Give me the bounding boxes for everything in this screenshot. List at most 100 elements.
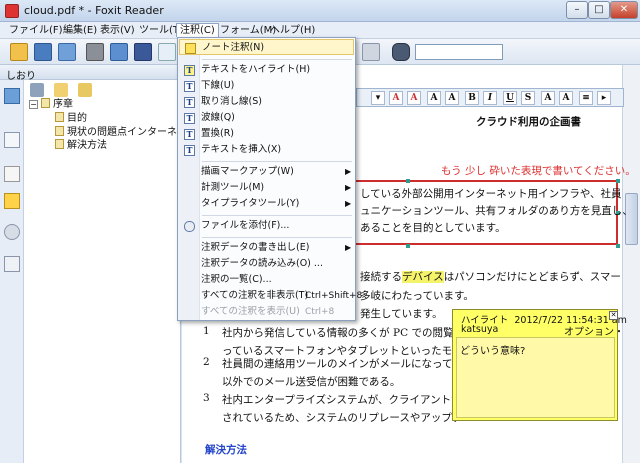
text-size-down-icon[interactable]: A (445, 91, 459, 105)
bold-icon[interactable]: B (465, 91, 479, 105)
close-button[interactable]: ✕ (610, 1, 638, 19)
maximize-button[interactable]: □ (588, 1, 610, 19)
superscript-icon[interactable]: A (541, 91, 555, 105)
save-as-icon[interactable] (58, 43, 76, 61)
menu-item-label: 計測ツール(M) (201, 182, 265, 193)
resize-handle[interactable] (616, 179, 620, 183)
bookmark-item[interactable]: 解決方法 (55, 139, 107, 152)
doc-line: 多岐にわたっています。 (360, 290, 474, 302)
scroll-thumb[interactable] (625, 193, 638, 245)
doc-line: ュニケーションツール、共有フォルダのあり方を見直し、 (360, 205, 633, 217)
layers-icon[interactable] (4, 166, 20, 182)
resize-handle[interactable] (406, 179, 410, 183)
more-format-icon[interactable]: ▸ (597, 91, 611, 105)
binoculars-icon[interactable] (392, 43, 410, 61)
search-input[interactable] (415, 44, 503, 60)
attachments-icon[interactable] (4, 224, 20, 240)
menu-item-export-comments[interactable]: 注釈データの書き出し(E) ▶ (179, 240, 354, 256)
strikethrough-format-icon[interactable]: S (521, 91, 535, 105)
submenu-arrow-icon: ▶ (345, 167, 352, 176)
facebook-icon[interactable] (134, 43, 152, 61)
underline-icon: T (184, 81, 195, 92)
submenu-arrow-icon: ▶ (345, 199, 352, 208)
insert-text-icon: T (184, 145, 195, 156)
popup-comment-field[interactable]: どういう意味? (456, 337, 615, 418)
menu-item-drawing-markup[interactable]: 描画マークアップ(W) ▶ (179, 164, 354, 180)
subscript-icon[interactable]: A (559, 91, 573, 105)
highlight-icon: T (184, 65, 195, 76)
highlighted-text[interactable]: デバイス (402, 271, 444, 283)
menu-item-insert-text[interactable]: T テキストを挿入(X) (179, 142, 354, 158)
thumbnail-icon[interactable] (4, 132, 20, 148)
menu-file[interactable]: ファイル(F) (6, 24, 66, 38)
menu-help[interactable]: ヘルプ(H) (267, 24, 318, 38)
dropdown-arrow-icon[interactable]: ▾ (371, 91, 385, 105)
menu-item-squiggly[interactable]: T 波線(Q) (179, 110, 354, 126)
menu-view[interactable]: 表示(V) (97, 24, 138, 38)
menu-item-label: 波線(Q) (201, 112, 235, 123)
underline-format-icon[interactable]: U (503, 91, 517, 105)
tree-collapse-toggle[interactable]: − (29, 100, 38, 109)
bookmark-item[interactable]: 序章 (41, 98, 73, 111)
add-bookmark-icon[interactable] (54, 83, 68, 97)
menu-item-highlight[interactable]: T テキストをハイライト(H) (179, 62, 354, 78)
delete-bookmark-icon[interactable] (30, 83, 44, 97)
menu-item-attach-file[interactable]: ファイルを添付(F)... (179, 218, 354, 234)
bookmark-label: 目的 (67, 113, 87, 124)
align-left-icon[interactable]: ≡ (579, 91, 593, 105)
comments-dropdown-menu: ノート注釈(N) T テキストをハイライト(H) T 下線(U) T 取り消し線… (177, 37, 362, 321)
font-color-icon[interactable]: A (389, 91, 403, 105)
list-line: 社員間の連絡用ツールのメインがメールになってい (222, 358, 463, 370)
menu-item-underline[interactable]: T 下線(U) (179, 78, 354, 94)
foxit-app-icon (5, 4, 19, 18)
bookmark-item[interactable]: 目的 (55, 112, 87, 125)
minimize-button[interactable]: – (566, 1, 588, 19)
bookmark-item[interactable]: 現状の問題点インターネット (55, 126, 197, 139)
list-line: 社内から発信している情報の多くが PC での閲覧を (222, 327, 464, 339)
doc-text-span: はパソコンだけにとどまらず、スマー (443, 271, 621, 283)
menu-item-label: 置換(R) (201, 128, 235, 139)
popup-comment-text: どういう意味? (460, 346, 526, 357)
doc-line: 発生しています。 (360, 308, 443, 320)
attach-icon (184, 221, 195, 232)
signature-icon[interactable] (4, 256, 20, 272)
list-number: 1 (203, 325, 210, 337)
menu-comments[interactable]: 注釈(C) (176, 23, 219, 37)
menu-item-hide-all-comments[interactable]: すべての注釈を非表示(T) Ctrl+Shift+8 (179, 288, 362, 304)
add-child-bookmark-icon[interactable] (78, 83, 92, 97)
email-icon[interactable] (110, 43, 128, 61)
resize-handle[interactable] (406, 244, 410, 248)
text-format-toolbar: ▾ A A A A B I U S A A ≡ ▸ (356, 88, 624, 107)
save-icon[interactable] (34, 43, 52, 61)
menu-item-import-comments[interactable]: 注釈データの読み込み(O) ... (179, 256, 354, 272)
menu-item-note[interactable]: ノート注釈(N) (179, 39, 354, 55)
open-folder-icon[interactable] (10, 43, 28, 61)
strikeout-icon: T (184, 97, 195, 108)
pages-icon[interactable] (4, 88, 20, 104)
toolbar-more-icon[interactable] (158, 43, 176, 61)
menu-item-measure-tool[interactable]: 計測ツール(M) ▶ (179, 180, 354, 196)
list-line: 以外でのメール送受信が困難である。 (222, 376, 401, 388)
print-icon[interactable] (86, 43, 104, 61)
text-size-up-icon[interactable]: A (427, 91, 441, 105)
menu-edit[interactable]: 編集(E) (60, 24, 100, 38)
menu-item-comment-list[interactable]: 注釈の一覧(C)... (179, 272, 354, 288)
bookmarks-tab[interactable]: しおり (0, 65, 181, 82)
menu-item-strikeout[interactable]: T 取り消し線(S) (179, 94, 354, 110)
resize-handle[interactable] (616, 244, 620, 248)
italic-icon[interactable]: I (483, 91, 497, 105)
highlight-color-icon[interactable]: A (407, 91, 421, 105)
bookmark-icon (55, 126, 64, 136)
menu-item-label: 注釈データの読み込み(O) ... (201, 258, 323, 269)
vertical-scrollbar[interactable] (622, 65, 640, 463)
popup-close-button[interactable]: ✕ (609, 311, 618, 320)
typewriter-icon[interactable] (362, 43, 380, 61)
menu-item-replace[interactable]: T 置換(R) (179, 126, 354, 142)
doc-line: 接続するデバイスはパソコンだけにとどまらず、スマー (360, 269, 621, 284)
menu-shortcut: Ctrl+Shift+8 (305, 291, 363, 301)
menu-item-typewriter-tool[interactable]: タイプライタツール(Y) ▶ (179, 196, 354, 212)
list-line: されているため、システムのリプレースやアップデ (222, 412, 463, 424)
comments-panel-icon[interactable] (4, 193, 20, 209)
bookmark-icon (55, 139, 64, 149)
menu-item-label: 注釈データの書き出し(E) (201, 242, 310, 253)
